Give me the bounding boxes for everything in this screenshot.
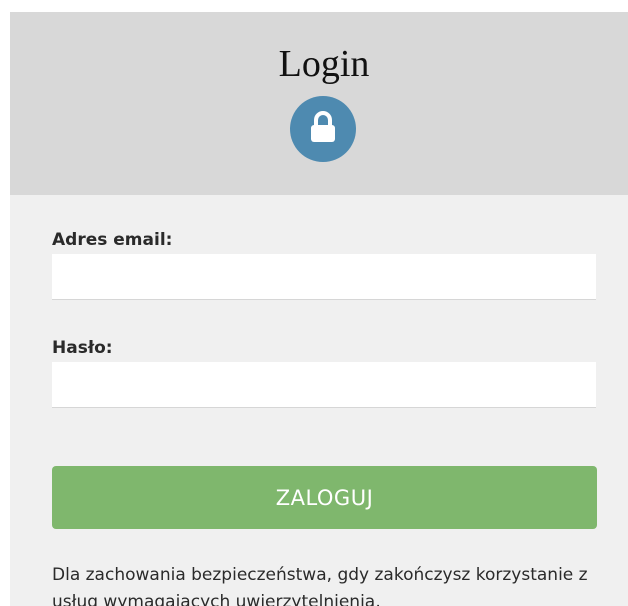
login-card: Login Adres email: Hasło: ZALOGUJ Dla za… bbox=[10, 12, 628, 606]
email-label: Adres email: bbox=[52, 230, 173, 250]
page-title: Login bbox=[278, 43, 370, 85]
security-notice: Dla zachowania bezpieczeństwa, gdy zakoń… bbox=[52, 565, 588, 606]
password-field[interactable] bbox=[52, 362, 596, 408]
lock-badge bbox=[290, 96, 356, 162]
login-button[interactable]: ZALOGUJ bbox=[52, 466, 597, 529]
login-header: Login bbox=[10, 12, 628, 195]
email-field[interactable] bbox=[52, 254, 596, 300]
lock-icon bbox=[311, 111, 335, 142]
password-label: Hasło: bbox=[52, 338, 113, 358]
